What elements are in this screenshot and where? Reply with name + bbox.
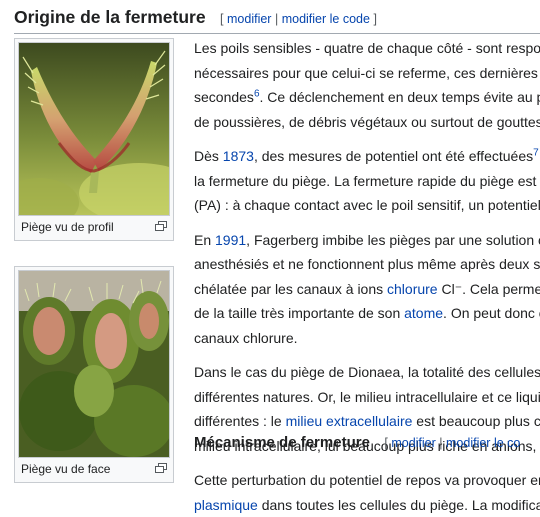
link-milieu-extracellulaire[interactable]: milieu extracellulaire [286, 413, 413, 429]
text-line: dans toutes les cellules du piège. La mo… [258, 497, 540, 513]
figure-face: Piège vu de face [14, 266, 174, 483]
text-line: Cl⁻. Cela permet [438, 281, 540, 297]
link-plasmique[interactable]: plasmique [194, 497, 258, 513]
text-line: anesthésiés et ne fonctionnent plus même… [194, 256, 540, 272]
article-body: Les poils sensibles - quatre de chaque c… [194, 36, 540, 468]
text-line: différentes natures. Or, le milieu intra… [194, 389, 540, 405]
caption-text: Piège vu de profil [21, 220, 114, 234]
section-title: Origine de la fermeture [14, 7, 206, 27]
bracket-open: [ [220, 12, 223, 26]
text-line: nécessaires pour que celui-ci se referme… [194, 65, 538, 81]
enlarge-icon[interactable] [155, 221, 167, 231]
edit-link[interactable]: modifier [227, 12, 271, 26]
paragraph-1: Les poils sensibles - quatre de chaque c… [194, 36, 540, 134]
heading-divider [14, 33, 540, 34]
edit-link[interactable]: modifier [391, 436, 435, 450]
text-line: Dès [194, 148, 223, 164]
paragraph-5: Cette perturbation du potentiel de repos… [194, 468, 540, 517]
bracket-close: ] [373, 12, 376, 26]
figure-profile: Piège vu de profil [14, 38, 174, 241]
reference-link[interactable]: 7 [533, 147, 539, 158]
text-line: canaux chlorure. [194, 330, 298, 346]
text-line: . On peut donc c [443, 305, 540, 321]
text-line: la fermeture du piège. La fermeture rapi… [194, 173, 536, 189]
edit-section: [ modifier | modifier le code ] [220, 12, 377, 26]
text-line: chélatée par les canaux à ions [194, 281, 387, 297]
link-1873[interactable]: 1873 [223, 148, 254, 164]
edit-subsection: [ modifier | modifier le co [384, 436, 520, 450]
text-line: Dans le cas du piège de Dionaea, la tota… [194, 364, 540, 380]
enlarge-icon[interactable] [155, 463, 167, 473]
figure-profile-image[interactable] [18, 42, 170, 216]
link-atome[interactable]: atome [404, 305, 443, 321]
subsection-heading: Mécanisme de fermeture [ modifier | modi… [194, 434, 520, 452]
edit-code-link[interactable]: modifier le code [282, 12, 370, 26]
edit-separator: | [439, 436, 442, 450]
section-heading: Origine de la fermeture [ modifier | mod… [14, 7, 377, 28]
text-line: est beaucoup plus c [412, 413, 540, 429]
edit-separator: | [275, 12, 278, 26]
text-line: , des mesures de potentiel ont été effec… [254, 148, 533, 164]
figure-face-caption: Piège vu de face [15, 458, 173, 482]
text-line: En [194, 232, 215, 248]
text-line: Les poils sensibles - quatre de chaque c… [194, 40, 540, 56]
link-chlorure[interactable]: chlorure [387, 281, 438, 297]
figure-face-image[interactable] [18, 270, 170, 458]
text-line: Cette perturbation du potentiel de repos… [194, 472, 540, 488]
text-line: . Ce déclenchement en deux temps évite a… [260, 89, 540, 105]
text-line: différentes : le [194, 413, 286, 429]
bracket-open: [ [384, 436, 387, 450]
text-line: secondes [194, 89, 254, 105]
paragraph-3: En 1991, Fagerberg imbibe les pièges par… [194, 228, 540, 351]
figure-profile-caption: Piège vu de profil [15, 216, 173, 240]
subsection-title: Mécanisme de fermeture [194, 434, 370, 451]
link-1991[interactable]: 1991 [215, 232, 246, 248]
paragraph-2: Dès 1873, des mesures de potentiel ont é… [194, 144, 540, 218]
text-line: (PA) : à chaque contact avec le poil sen… [194, 197, 540, 213]
caption-text: Piège vu de face [21, 462, 110, 476]
text-line: , Fagerberg imbibe les pièges par une so… [246, 232, 540, 248]
edit-code-link[interactable]: modifier le co [446, 436, 520, 450]
text-line: de la taille très importante de son [194, 305, 404, 321]
text-line: de poussières, de débris végétaux ou sur… [194, 114, 540, 130]
